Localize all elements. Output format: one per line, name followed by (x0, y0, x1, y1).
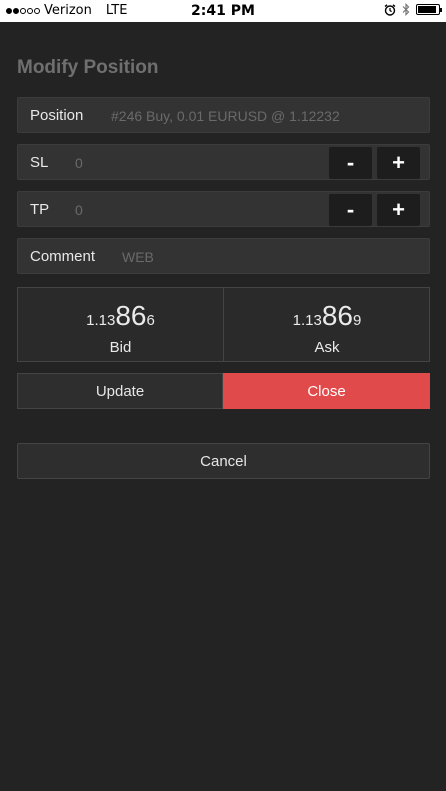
sl-label: SL (30, 154, 49, 171)
bid-price: 1.13866 (18, 301, 223, 336)
position-value: #246 Buy, 0.01 EURUSD @ 1.12232 (111, 108, 340, 124)
comment-field[interactable]: Comment WEB (17, 238, 430, 274)
action-bar: Update Close (17, 373, 430, 409)
cancel-button[interactable]: Cancel (17, 443, 430, 479)
sl-input[interactable]: 0 (75, 155, 83, 171)
quote-panel: 1.13866 Bid 1.13869 Ask (17, 287, 430, 362)
battery-icon (416, 4, 442, 15)
bid-price-suffix: 6 (146, 312, 155, 329)
position-label: Position (30, 107, 84, 124)
ask-price-prefix: 1.13 (292, 312, 322, 329)
position-row: Position #246 Buy, 0.01 EURUSD @ 1.12232 (17, 97, 430, 133)
page-title: Modify Position (17, 57, 159, 78)
sl-plus-button[interactable]: + (377, 147, 420, 179)
bid-label: Bid (109, 339, 132, 356)
sl-minus-button[interactable]: - (329, 147, 372, 179)
alarm-icon (384, 3, 396, 16)
bid-price-prefix: 1.13 (86, 312, 116, 329)
ask-price-pips: 86 (321, 300, 353, 331)
bid-quote[interactable]: 1.13866 Bid (18, 288, 224, 361)
status-bar: Verizon LTE 2:41 PM (0, 0, 446, 22)
tp-input[interactable]: 0 (75, 202, 83, 218)
close-position-button[interactable]: Close (223, 373, 430, 409)
ask-label: Ask (314, 339, 340, 356)
battery-level (418, 6, 436, 13)
comment-input[interactable]: WEB (122, 249, 154, 265)
tp-minus-button[interactable]: - (329, 194, 372, 226)
sl-field[interactable]: SL 0 - + (17, 144, 430, 180)
ask-price-suffix: 9 (353, 312, 362, 329)
tp-plus-button[interactable]: + (377, 194, 420, 226)
comment-label: Comment (30, 248, 96, 265)
ask-quote[interactable]: 1.13869 Ask (224, 288, 430, 361)
tp-field[interactable]: TP 0 - + (17, 191, 430, 227)
tp-label: TP (30, 201, 50, 218)
status-right (384, 3, 442, 16)
clock: 2:41 PM (191, 3, 255, 19)
ask-price: 1.13869 (224, 301, 430, 336)
update-button[interactable]: Update (17, 373, 223, 409)
bid-price-pips: 86 (115, 300, 147, 331)
bluetooth-icon (402, 3, 410, 16)
